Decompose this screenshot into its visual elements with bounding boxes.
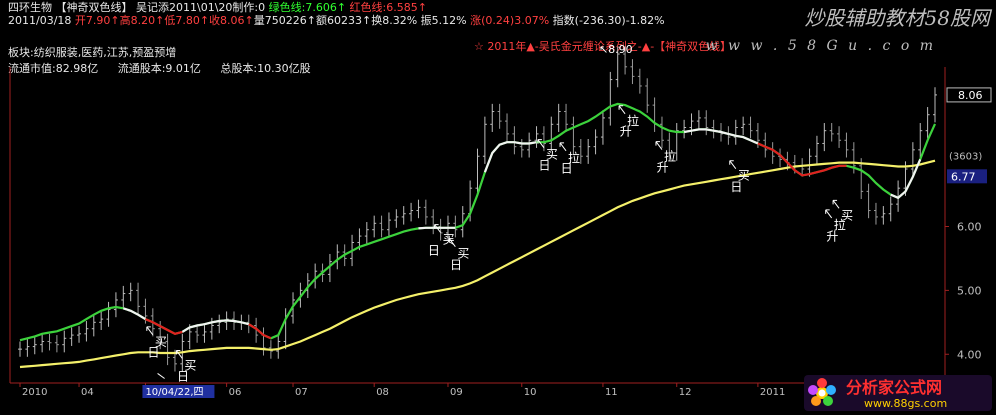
current-price-label: 8.06 [958,89,983,102]
signal-label: 日 [539,159,551,173]
badge-url: www.88gs.com [864,397,947,410]
x-tick-label: 09 [450,387,463,398]
badge-88gs: 分析家公式网 www.88gs.com [804,375,992,411]
signal-label: 升 [620,125,632,139]
high-price-label: ↖8.90 [599,43,633,56]
signal-arrow [559,142,567,152]
signal-arrow [832,200,840,209]
x-tick-label: 07 [295,387,308,398]
volume-badge-label: (3603) [949,151,982,162]
signal-arrow [146,326,154,336]
green-value-label: 6.77 [951,170,976,183]
signal-arrow [618,105,626,115]
signal-arrow [729,160,737,170]
y-tick-label: 4.00 [957,348,982,361]
upper-line-green [19,102,937,342]
signal-label: 日 [561,162,573,176]
signal-label: 日 [450,258,462,272]
signal-arrow [825,209,833,219]
cursor-date-label: 10/04/22,四 [145,387,203,398]
x-tick-label: 06 [229,387,242,398]
tick-labels: 4.00 5.00 6.00 8.06 (3603) 6.77 2010 04 10/04/22… [19,87,992,398]
x-tick-label: 10 [524,387,537,398]
x-tick-label: 12 [679,387,692,398]
signal-label: 买 [443,233,455,247]
signal-arrow [537,139,545,148]
x-tick-label: 2010 [22,387,47,398]
x-tick-label: 2011 [760,387,785,398]
price-chart: 买日买日买日买日买日拉日拉升拉升买日拉升买3.66↖8.90 4.00 5.00 6… [9,43,992,398]
signal-annotations: 买日买日买日买日买日拉日拉升拉升买日拉升买3.66↖8.90 [146,43,853,398]
y-tick-label: 6.00 [957,221,982,234]
upper-line-white-segment [181,319,250,333]
low-price-pointer [157,373,165,379]
signal-label: 升 [826,229,838,243]
x-tick-label: 04 [81,387,94,398]
indicator-lines [19,102,937,369]
upper-line-white-segment [122,307,146,321]
signal-label: 日 [730,180,742,194]
signal-arrow [655,141,663,150]
signal-label: 日 [428,243,440,257]
badge-title: 分析家公式网 [846,378,942,397]
signal-label: 日 [177,369,189,383]
signal-label: 升 [657,160,669,174]
upper-line-red-segment [248,323,272,340]
y-tick-label: 5.00 [957,284,982,297]
chart-window: 四环生物 【神奇双色线】 吴记添2011\01\20制作:0 绿色线:7.606… [0,0,996,415]
signal-label: 日 [147,346,159,360]
signal-label: 买 [841,208,853,222]
x-tick-label: 08 [376,387,389,398]
axes [9,67,946,384]
x-tick-label: 11 [605,387,618,398]
